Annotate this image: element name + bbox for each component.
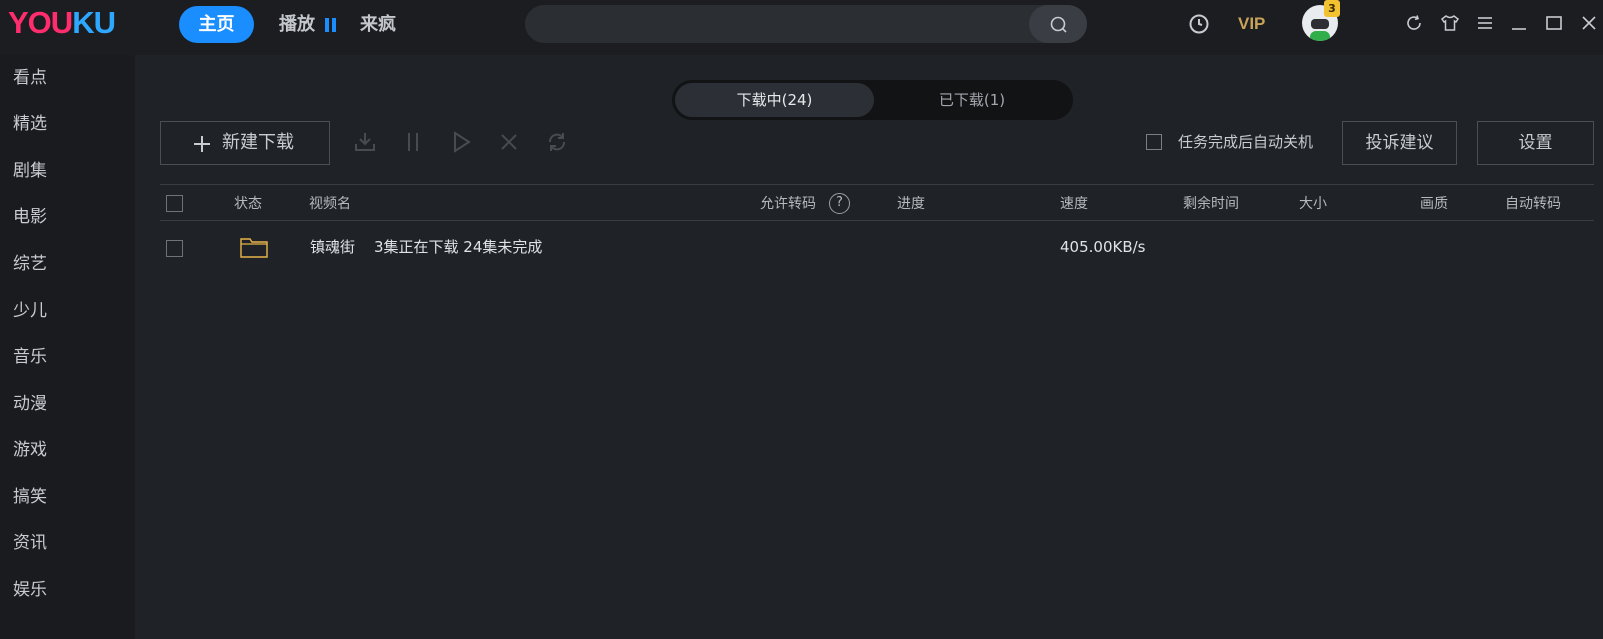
nav-play-button[interactable]: 播放 [279,13,315,37]
col-quality[interactable]: 画质 [1420,193,1448,215]
sidebar: 看点 精选 剧集 电影 综艺 少儿 音乐 动漫 游戏 搞笑 资讯 娱乐 [0,55,135,639]
select-all-checkbox[interactable] [166,195,183,212]
vip-button[interactable]: VIP [1238,13,1265,35]
history-icon[interactable] [1188,13,1210,35]
table-header-divider [160,220,1594,221]
refresh-icon[interactable] [1405,14,1423,32]
col-status[interactable]: 状态 [234,193,262,215]
sidebar-item-juji[interactable]: 剧集 [13,159,47,183]
auto-shutdown-checkbox[interactable] [1146,134,1162,150]
minimize-icon[interactable] [1510,14,1528,32]
plus-icon [194,136,210,152]
sidebar-item-dongman[interactable]: 动漫 [13,392,47,416]
close-icon[interactable] [1580,14,1598,32]
col-size[interactable]: 大小 [1299,193,1327,215]
sidebar-item-shaoer[interactable]: 少儿 [13,299,47,323]
download-tabs: 下载中(24) 已下载(1) [672,80,1073,120]
settings-button[interactable]: 设置 [1477,121,1594,165]
user-level-badge: 3 [1324,0,1340,17]
row-status-text: 3集正在下载 24集未完成 [374,238,543,256]
folder-icon[interactable] [240,238,268,258]
row-video-name[interactable]: 镇魂街 [310,236,355,258]
maximize-icon[interactable] [1545,14,1563,32]
new-download-label: 新建下载 [222,132,294,153]
col-remaining-time[interactable]: 剩余时间 [1183,193,1239,215]
sidebar-item-zongyi[interactable]: 综艺 [13,252,47,276]
pause-all-icon[interactable] [401,130,425,154]
menu-icon[interactable] [1476,14,1494,32]
sidebar-item-yinyue[interactable]: 音乐 [13,345,47,369]
tab-downloaded[interactable]: 已下载(1) [874,83,1070,117]
sidebar-item-youxi[interactable]: 游戏 [13,438,47,462]
sidebar-item-kandian[interactable]: 看点 [13,66,47,90]
col-progress[interactable]: 进度 [897,193,925,215]
delete-icon[interactable] [497,130,521,154]
new-download-button[interactable]: 新建下载 [160,121,330,165]
sidebar-item-zixun[interactable]: 资讯 [13,531,47,555]
search-input[interactable] [543,5,1023,43]
complain-button[interactable]: 投诉建议 [1342,121,1457,165]
search-bar [525,5,1087,43]
col-auto-transcode[interactable]: 自动转码 [1505,193,1561,215]
search-icon [1050,16,1067,33]
skin-tshirt-icon[interactable] [1440,14,1460,32]
sidebar-item-gaoxiao[interactable]: 搞笑 [13,485,47,509]
row-checkbox[interactable] [166,240,183,257]
tab-downloading[interactable]: 下载中(24) [675,83,874,117]
top-bar: YOUKU 主页 播放 来疯 VIP 3 [0,0,1603,55]
col-name[interactable]: 视频名 [309,193,351,215]
col-speed[interactable]: 速度 [1060,193,1088,215]
auto-shutdown-label: 任务完成后自动关机 [1178,133,1314,151]
sidebar-item-jingxuan[interactable]: 精选 [13,112,47,136]
youku-logo[interactable]: YOUKU [8,6,116,40]
nav-laifeng-button[interactable]: 来疯 [360,13,396,37]
start-icon[interactable] [449,130,473,154]
sidebar-item-dianying[interactable]: 电影 [13,205,47,229]
pause-icon [325,18,336,32]
search-button[interactable] [1029,5,1087,43]
download-icon[interactable] [353,130,377,154]
help-icon[interactable]: ? [829,193,850,214]
sidebar-item-yule[interactable]: 娱乐 [13,578,47,602]
table-top-divider [160,184,1594,185]
nav-home-button[interactable]: 主页 [179,6,254,43]
row-speed: 405.00KB/s [1060,238,1146,256]
retry-icon[interactable] [545,130,569,154]
col-allow-transcode[interactable]: 允许转码 [760,193,816,215]
